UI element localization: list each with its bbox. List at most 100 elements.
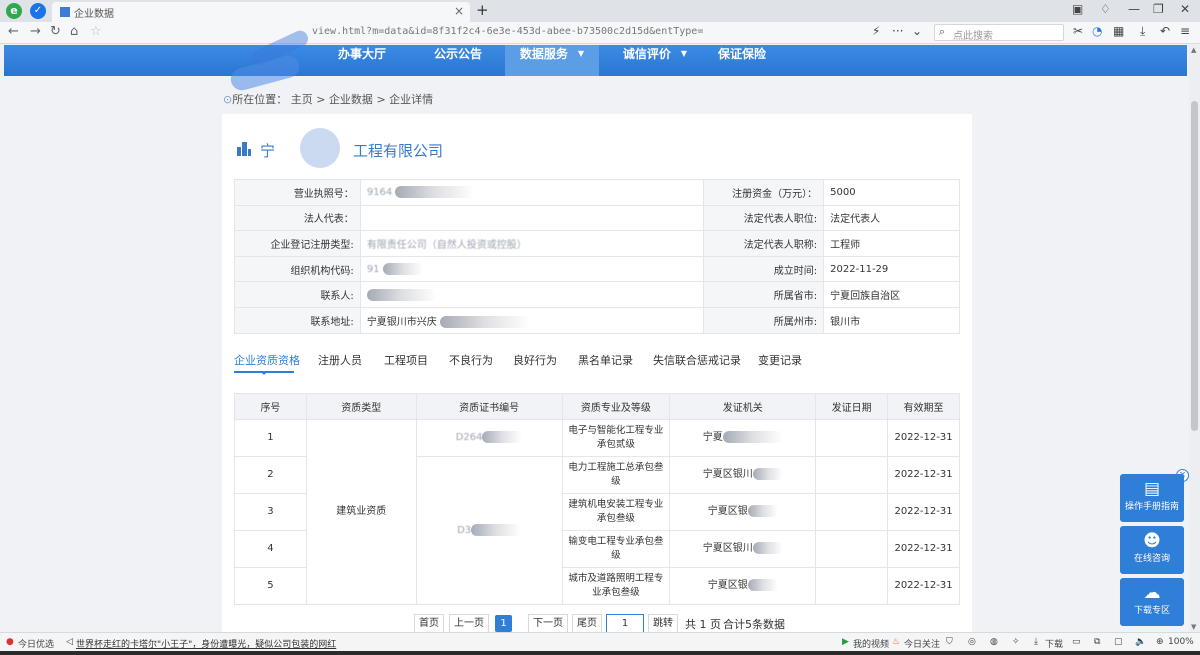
speed-icon[interactable]: ◍ (990, 637, 998, 647)
tab-joint-punishment[interactable]: 失信联合惩戒记录 (653, 352, 741, 368)
value-org-code: 91 (359, 255, 705, 283)
menu-icon[interactable]: ≡ (1180, 24, 1190, 38)
online-consult-button[interactable]: ☻ 在线咨询 (1120, 526, 1184, 574)
cell-index: 5 (234, 567, 307, 605)
url-text: view.html?m=data&id=8f31f2c4-6e3e-453d-a… (312, 26, 704, 37)
cell-issue-date (815, 456, 889, 494)
cell-index: 2 (234, 456, 307, 494)
nav-item-credit-rating[interactable]: 诚信评价 ▼ (610, 45, 700, 76)
breadcrumb-enterprise-data[interactable]: 企业数据 (329, 93, 373, 106)
nav-item-data-service[interactable]: 数据服务 ▼ (505, 45, 599, 76)
tab-bad-behavior[interactable]: 不良行为 (449, 352, 493, 368)
fullscreen-icon[interactable]: ▢ (1114, 637, 1123, 647)
lightning-icon[interactable]: ⚡ (872, 24, 880, 38)
my-video-link[interactable]: 我的视频 (853, 637, 889, 650)
page-jump-input[interactable]: 1 (606, 614, 644, 634)
pinned-tab-icon[interactable]: ✓ (30, 3, 46, 19)
undo-icon[interactable]: ↶ (1160, 24, 1170, 38)
scroll-down-icon[interactable]: ▼ (1191, 623, 1196, 631)
apps-grid-icon[interactable]: ▦ (1113, 24, 1124, 38)
caret-down-icon: ▼ (680, 49, 688, 58)
company-name-start: 宁 (260, 142, 276, 160)
cell-expiry: 2022-12-31 (887, 456, 960, 494)
window-badge-icon[interactable]: ▣ (1072, 2, 1083, 16)
tab-projects[interactable]: 工程项目 (384, 352, 428, 368)
cell-cert-no: D264 (415, 419, 563, 457)
download-status-label[interactable]: 下载 (1045, 637, 1063, 650)
nav-item-guarantee-insurance[interactable]: 保证保险 (704, 45, 780, 76)
scissors-icon[interactable]: ✂ (1073, 24, 1083, 38)
redaction-smear (471, 523, 522, 536)
news-ticker-link[interactable]: 世界杯走红的卡塔尔"小王子"，身份遭曝光，疑似公司包装的网红 (76, 637, 336, 650)
page-scrollbar[interactable]: ▲ ▼ (1189, 45, 1200, 632)
nav-item-service-hall[interactable]: 办事大厅 (324, 45, 400, 76)
breadcrumb-home[interactable]: 主页 (291, 93, 313, 106)
breadcrumb-separator: > (376, 93, 386, 106)
camera-icon[interactable]: ◎ (968, 637, 976, 647)
company-name-end: 工程有限公司 (353, 142, 444, 160)
tab-title: 企业数据 (74, 9, 114, 20)
scroll-up-icon[interactable]: ▲ (1191, 46, 1196, 54)
forward-icon[interactable]: → (30, 24, 41, 39)
back-icon[interactable]: ← (8, 24, 19, 39)
cell-spec: 建筑机电安装工程专业承包叁级 (561, 493, 671, 531)
new-tab-button[interactable]: + (476, 1, 489, 19)
shield-icon[interactable]: ⛉ (946, 637, 953, 647)
prev-page-button[interactable]: 上一页 (449, 614, 489, 634)
next-page-button[interactable]: 下一页 (528, 614, 568, 634)
label-legal-rep-position: 法定代表人职位: (703, 204, 825, 232)
cell-spec: 电子与智能化工程专业承包贰级 (561, 419, 671, 457)
manual-guide-button[interactable]: ▤ 操作手册指南 (1120, 474, 1184, 522)
today-picks-link[interactable]: 今日优选 (18, 637, 54, 650)
browser-search-input[interactable]: ⌕ 点此搜索 (934, 24, 1064, 42)
redaction-smear (382, 263, 423, 276)
tab-change-records[interactable]: 变更记录 (758, 352, 802, 368)
nav-item-announcements[interactable]: 公示公告 (420, 45, 496, 76)
breadcrumb: ⊙所在位置： 主页 > 企业数据 > 企业详情 (223, 91, 433, 107)
hot-follow-link[interactable]: 今日关注 (904, 637, 940, 650)
url-field[interactable]: view.html?m=data&id=8f31f2c4-6e3e-453d-a… (112, 24, 862, 41)
browser-tab-active[interactable]: 企业数据 × (52, 2, 470, 22)
download-icon[interactable]: ⤓ (1140, 24, 1145, 39)
jump-button[interactable]: 跳转 (648, 614, 678, 634)
label-registered-capital: 注册资金（万元）： (703, 179, 825, 206)
more-icon[interactable]: ··· (892, 24, 903, 38)
page-number-current[interactable]: 1 (495, 615, 512, 632)
download-status-icon[interactable]: ⤓ (1034, 637, 1038, 647)
scrollbar-thumb[interactable] (1191, 101, 1198, 431)
tab-close-icon[interactable]: × (454, 4, 464, 18)
value-legal-rep-title: 工程师 (823, 230, 960, 257)
total-pages: 共 1 页 (685, 618, 721, 631)
tab-registered-personnel[interactable]: 注册人员 (318, 352, 362, 368)
volume-icon[interactable]: 🔈 (1135, 637, 1146, 647)
location-pin-icon: ⊙ (223, 93, 233, 106)
download-area-button[interactable]: ☁ 下载专区 (1120, 578, 1184, 626)
tab-qualifications[interactable]: 企业资质资格 (234, 352, 300, 368)
home-icon[interactable]: ⌂ (70, 24, 78, 39)
star-icon[interactable]: ☆ (90, 24, 102, 39)
tab-good-behavior[interactable]: 良好行为 (513, 352, 557, 368)
restore-icon[interactable]: ❐ (1153, 2, 1164, 16)
manual-guide-label: 操作手册指南 (1124, 502, 1179, 512)
cell-expiry: 2022-12-31 (887, 419, 960, 457)
cell-issuer: 宁夏区银川 (669, 530, 817, 568)
tab-blacklist[interactable]: 黑名单记录 (578, 352, 633, 368)
copy-icon[interactable]: ⧉ (1094, 637, 1100, 647)
first-page-button[interactable]: 首页 (414, 614, 444, 634)
close-window-icon[interactable]: ✕ (1180, 2, 1190, 16)
last-page-button[interactable]: 尾页 (572, 614, 602, 634)
label-province: 所属省市: (703, 281, 825, 308)
window-icon[interactable]: ▭ (1072, 637, 1081, 647)
chevron-down-icon[interactable]: ⌄ (912, 24, 922, 38)
reload-icon[interactable]: ↻ (50, 24, 61, 39)
minimize-icon[interactable]: — (1128, 2, 1140, 16)
zoom-level[interactable]: 100% (1168, 637, 1194, 647)
broom-icon[interactable]: ✧ (1012, 637, 1020, 647)
cell-spec: 输变电工程专业承包叁级 (561, 530, 671, 568)
download-area-label: 下载专区 (1133, 606, 1170, 616)
browser-logo-icon[interactable]: e (6, 3, 22, 19)
shirt-icon[interactable]: ♢ (1100, 2, 1111, 16)
zoom-icon: ⊕ (1156, 637, 1164, 647)
translate-icon[interactable]: ◔ (1092, 24, 1102, 38)
info-row: 营业执照号： 9164 注册资金（万元）： 5000 (234, 179, 960, 206)
